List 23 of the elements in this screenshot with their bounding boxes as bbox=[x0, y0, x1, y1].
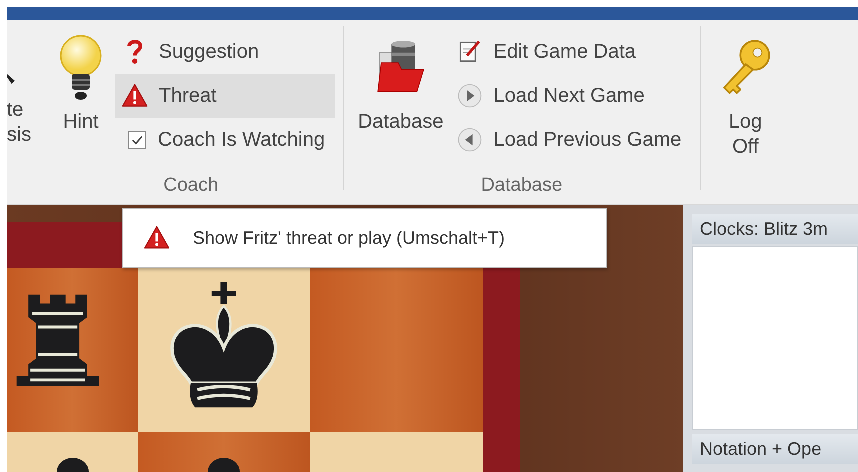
warning-icon bbox=[143, 225, 171, 251]
group-label: Coach bbox=[162, 174, 220, 198]
ribbon-button[interactable]: te sis bbox=[7, 20, 39, 204]
play-left-icon bbox=[456, 126, 484, 154]
board-square[interactable] bbox=[138, 268, 310, 432]
group-label: Database bbox=[480, 174, 564, 198]
ribbon-button[interactable]: Threat bbox=[115, 74, 336, 118]
warning-icon bbox=[121, 82, 149, 110]
checkbox[interactable] bbox=[128, 131, 146, 149]
ribbon-button[interactable]: Hint bbox=[47, 20, 115, 174]
panel-title: Notation + Ope bbox=[692, 434, 858, 464]
board-square[interactable] bbox=[7, 268, 138, 432]
panel-title: Clocks: Blitz 3m bbox=[692, 214, 858, 244]
ribbon-button[interactable]: Load Previous Game bbox=[450, 118, 692, 162]
checkmark-icon bbox=[130, 134, 144, 146]
checkbox-option[interactable]: Coach Is Watching bbox=[115, 118, 336, 162]
ribbon-button[interactable]: Log Off bbox=[700, 20, 779, 204]
tooltip-text: Show Fritz' threat or play (Umschalt+T) bbox=[193, 228, 506, 248]
ribbon-button[interactable]: Suggestion bbox=[115, 30, 336, 74]
ribbon-button[interactable]: Database bbox=[352, 20, 450, 174]
ribbon-button[interactable]: Edit Game Data bbox=[450, 30, 692, 74]
play-right-icon bbox=[456, 82, 484, 110]
ribbon-button[interactable]: Load Next Game bbox=[450, 74, 692, 118]
